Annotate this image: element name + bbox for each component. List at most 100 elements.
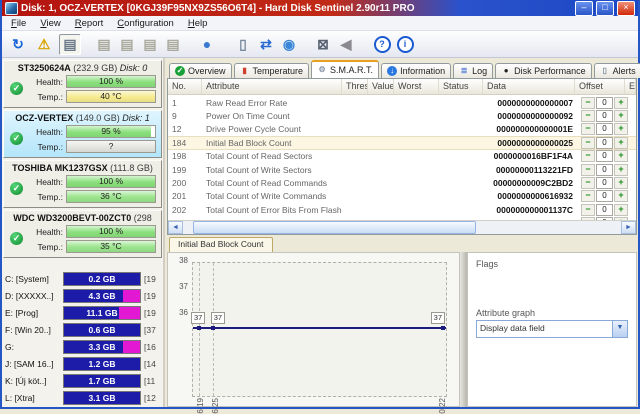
- point-label-2: 37: [211, 312, 225, 324]
- partition-row[interactable]: F: [Win 20..] 0.6 GB [37: [2, 321, 163, 338]
- offset-decrease-button[interactable]: −: [581, 150, 595, 162]
- table-row[interactable]: 201 Total Count of Write Commands 000000…: [168, 190, 636, 203]
- disk-card[interactable]: ST3250624A (232.9 GB) Disk: 0 ✓ Health: …: [3, 60, 162, 108]
- menu-item[interactable]: Report: [68, 18, 111, 29]
- offset-decrease-button[interactable]: −: [581, 177, 595, 189]
- disk-scan-icon[interactable]: ▤: [162, 34, 184, 55]
- offset-increase-button[interactable]: +: [614, 204, 628, 216]
- tab[interactable]: ▯ Alerts: [594, 63, 640, 78]
- offset-increase-button[interactable]: +: [614, 190, 628, 202]
- tab[interactable]: ⚙ S.M.A.R.T.: [311, 60, 379, 78]
- scrollbar-track[interactable]: [476, 221, 621, 234]
- col-header-value[interactable]: Value: [368, 79, 394, 94]
- table-row[interactable]: 1 Raw Read Error Rate 0000000000000007 −…: [168, 96, 636, 109]
- network-icon[interactable]: ◉: [278, 34, 300, 55]
- speaker-icon[interactable]: ◀: [335, 34, 357, 55]
- offset-increase-button[interactable]: +: [614, 110, 628, 122]
- cell-attribute: Total Count of Write Commands: [202, 191, 342, 201]
- tab[interactable]: ▮ Temperature: [234, 63, 310, 78]
- disk-card[interactable]: TOSHIBA MK1237GSX (111.8 GB) ✓ Health: 1…: [3, 160, 162, 208]
- maximize-button[interactable]: □: [596, 1, 614, 16]
- menu-item[interactable]: File: [4, 18, 33, 29]
- table-row[interactable]: 200 Total Count of Read Commands 0000000…: [168, 176, 636, 189]
- disk-surface-icon[interactable]: ▤: [59, 34, 81, 55]
- offset-decrease-button[interactable]: −: [581, 110, 595, 122]
- temp-row: Temp.: 36 °C: [30, 190, 156, 203]
- tab[interactable]: ≣ Log: [453, 63, 493, 78]
- offset-increase-button[interactable]: +: [614, 150, 628, 162]
- offset-decrease-button[interactable]: −: [581, 164, 595, 176]
- table-row[interactable]: 184 Initial Bad Block Count 000000000000…: [168, 136, 636, 149]
- scroll-right-arrow[interactable]: ►: [621, 221, 636, 234]
- report-icon[interactable]: ▯: [232, 34, 254, 55]
- tab[interactable]: ✓ Overview: [169, 63, 232, 78]
- disk-name: TOSHIBA MK1237GSX: [12, 163, 108, 173]
- partition-row[interactable]: K: [Új köt..] 1.7 GB [11: [2, 372, 163, 389]
- partition-row[interactable]: D: [XXXXX..] 4.3 GB [19: [2, 287, 163, 304]
- tab[interactable]: ↓ Information: [381, 63, 451, 78]
- col-header-no[interactable]: No.: [168, 79, 202, 94]
- col-header-er[interactable]: Er: [625, 79, 636, 94]
- sync-icon[interactable]: ⇄: [255, 34, 277, 55]
- attribute-graph-select[interactable]: Display data field ▼: [476, 320, 628, 338]
- partition-row[interactable]: J: [SAM 16..] 1.2 GB [14: [2, 355, 163, 372]
- smart-icon: ⚙: [317, 65, 327, 75]
- minimize-button[interactable]: –: [575, 1, 593, 16]
- detect-disk-icon[interactable]: ▤: [93, 34, 115, 55]
- offset-decrease-button[interactable]: −: [581, 123, 595, 135]
- col-header-worst[interactable]: Worst: [394, 79, 439, 94]
- close-button[interactable]: ×: [617, 1, 635, 16]
- menu-item[interactable]: Help: [181, 18, 215, 29]
- offset-decrease-button[interactable]: −: [581, 190, 595, 202]
- chevron-down-icon[interactable]: ▼: [612, 321, 627, 337]
- tab[interactable]: ● Disk Performance: [495, 63, 592, 78]
- menu-item[interactable]: Configuration: [110, 18, 181, 29]
- help-icon[interactable]: ?: [371, 34, 393, 55]
- col-header-data[interactable]: Data: [483, 79, 575, 94]
- main-panel: ✓ Overview ▮ Temperature ⚙ S.M.A.R.T. ↓ …: [165, 58, 638, 407]
- splitter[interactable]: [460, 252, 467, 407]
- table-row[interactable]: 199 Total Count of Write Sectors 0000000…: [168, 163, 636, 176]
- disk-clock-icon[interactable]: ▤: [116, 34, 138, 55]
- partition-row[interactable]: L: [Xtra] 3.1 GB [12: [2, 389, 163, 406]
- offset-increase-button[interactable]: +: [614, 177, 628, 189]
- col-header-attribute[interactable]: Attribute: [202, 79, 342, 94]
- offset-increase-button[interactable]: +: [614, 137, 628, 149]
- col-header-offset[interactable]: Offset: [575, 79, 625, 94]
- scroll-left-arrow[interactable]: ◄: [168, 221, 183, 234]
- offset-increase-button[interactable]: +: [614, 164, 628, 176]
- menu-item[interactable]: View: [33, 18, 67, 29]
- monitor-offline-icon[interactable]: ⊠: [312, 34, 334, 55]
- offset-increase-button[interactable]: +: [614, 123, 628, 135]
- table-row[interactable]: 198 Total Count of Read Sectors 00000000…: [168, 150, 636, 163]
- col-header-threshold[interactable]: Thres...: [342, 79, 368, 94]
- disk-card[interactable]: WDC WD3200BEVT-00ZCT0 (298 ✓ Health: 100…: [3, 210, 162, 258]
- table-row[interactable]: 9 Power On Time Count 0000000000000092 −…: [168, 109, 636, 122]
- scrollbar-thumb[interactable]: [193, 221, 476, 234]
- offset-cell: − 0 +: [575, 164, 625, 176]
- disk-ok-icon[interactable]: ▤: [139, 34, 161, 55]
- attribute-chart: 38 37 36 37 37 37 6.19 6.25: [167, 252, 460, 407]
- col-header-status[interactable]: Status: [439, 79, 483, 94]
- partition-row[interactable]: G: 3.3 GB [16: [2, 338, 163, 355]
- partition-row[interactable]: C: [System] 0.2 GB [19: [2, 270, 163, 287]
- attribute-tab[interactable]: Initial Bad Block Count: [169, 237, 273, 252]
- world-disk-icon[interactable]: ●: [196, 34, 218, 55]
- disk-card[interactable]: OCZ-VERTEX (149.0 GB) Disk: 1 ✓ Health: …: [3, 110, 162, 158]
- flags-label: Flags: [476, 259, 628, 269]
- refresh-icon[interactable]: ↻: [7, 34, 29, 55]
- health-value: 100 %: [67, 176, 155, 187]
- cell-attribute: Total Count of Error Bits From Flash: [202, 205, 342, 215]
- offset-increase-button[interactable]: +: [614, 97, 628, 109]
- offset-decrease-button[interactable]: −: [581, 137, 595, 149]
- attribute-graph-label: Attribute graph: [476, 308, 535, 318]
- table-row[interactable]: 202 Total Count of Error Bits From Flash…: [168, 203, 636, 216]
- offset-decrease-button[interactable]: −: [581, 204, 595, 216]
- partition-row[interactable]: E: [Prog] 11.1 GB [19: [2, 304, 163, 321]
- info-icon[interactable]: i: [394, 34, 416, 55]
- table-row[interactable]: 12 Drive Power Cycle Count 0000000000000…: [168, 123, 636, 136]
- tab-strip: ✓ Overview ▮ Temperature ⚙ S.M.A.R.T. ↓ …: [167, 60, 637, 78]
- surface-warning-icon[interactable]: ⚠: [33, 34, 55, 55]
- offset-decrease-button[interactable]: −: [581, 97, 595, 109]
- partition-usage-bar: 3.3 GB: [63, 340, 141, 354]
